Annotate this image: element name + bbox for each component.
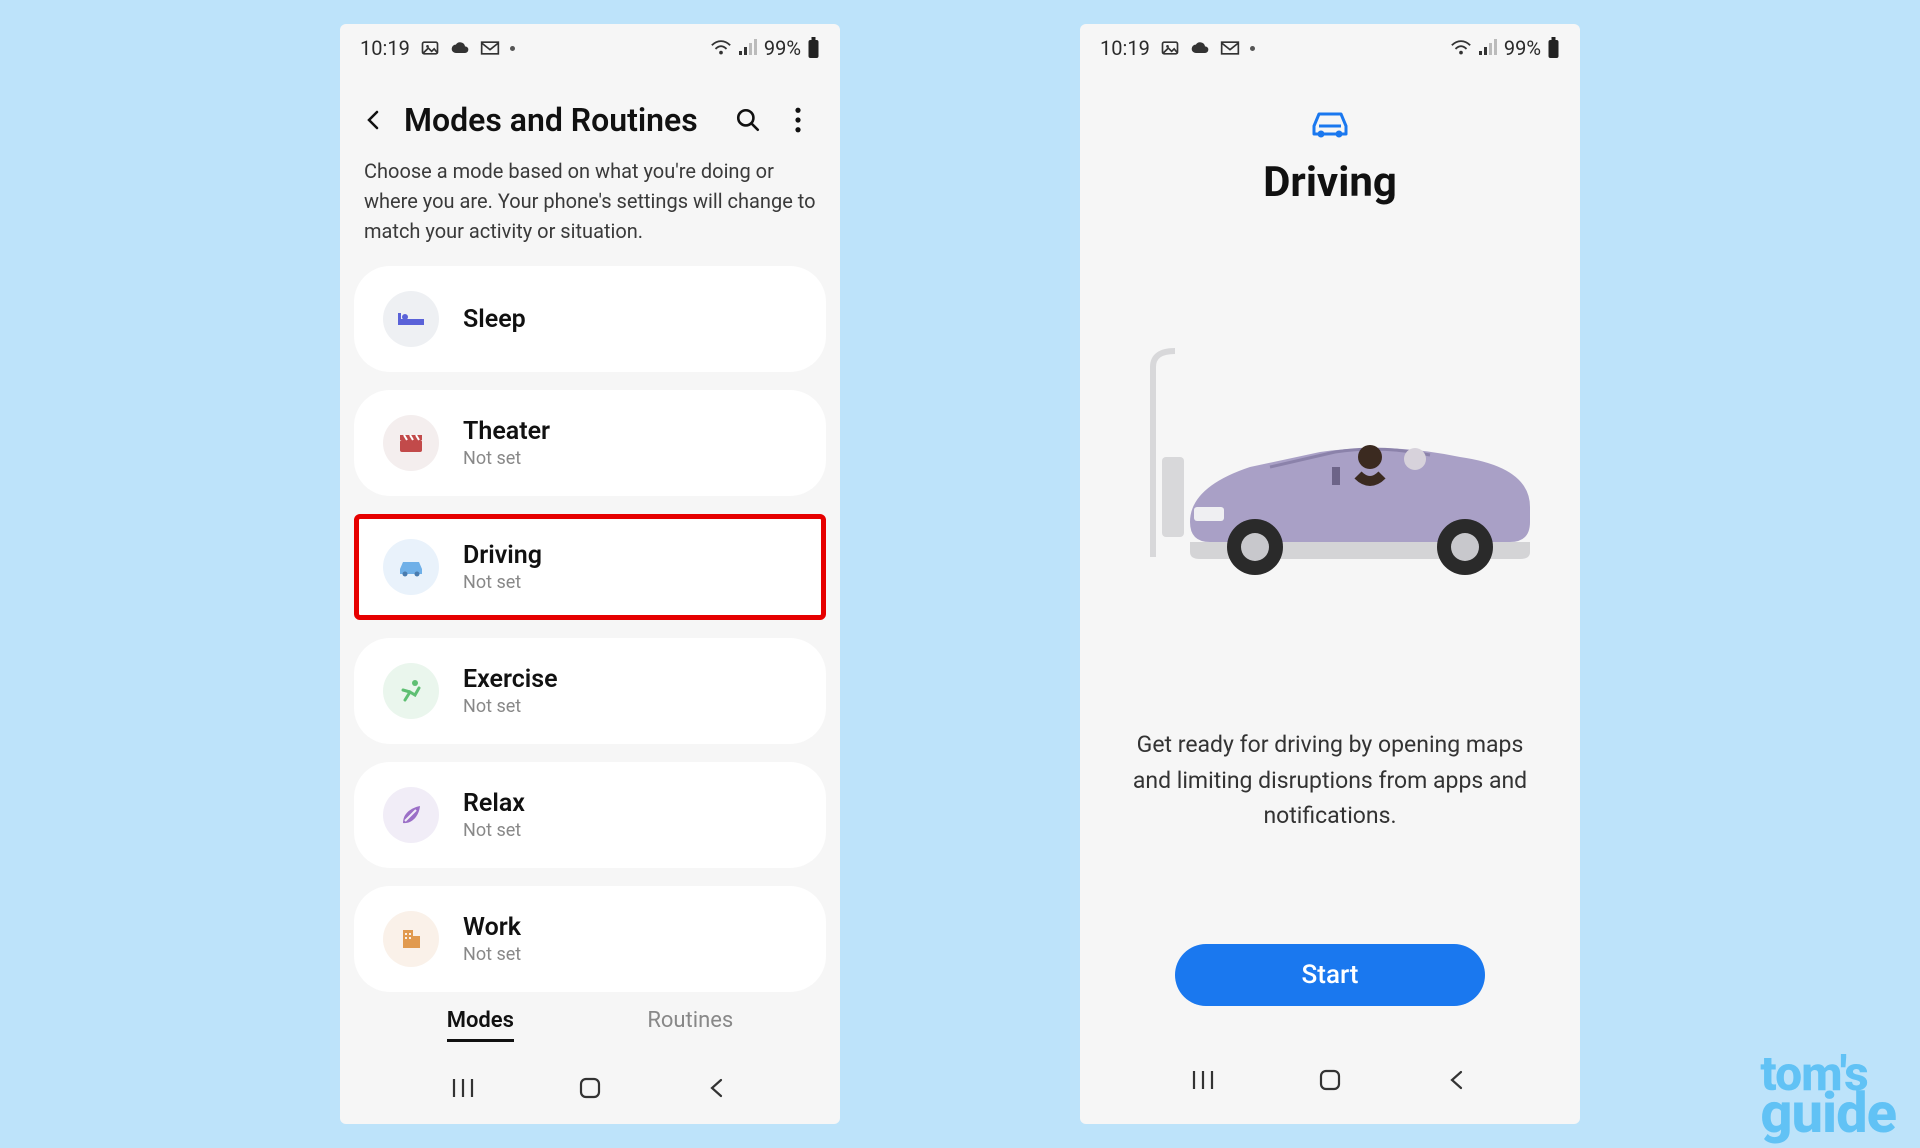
tab-routines[interactable]: Routines — [647, 1008, 733, 1042]
start-button[interactable]: Start — [1175, 944, 1485, 1006]
image-icon — [1160, 38, 1180, 58]
mode-name: Exercise — [463, 665, 558, 694]
recents-button[interactable] — [443, 1068, 483, 1108]
mode-name: Relax — [463, 789, 525, 818]
home-button[interactable] — [1310, 1060, 1350, 1100]
cloud-icon — [450, 40, 470, 56]
home-button[interactable] — [570, 1068, 610, 1108]
watermark-line2: guide — [1760, 1090, 1896, 1138]
battery-icon — [1547, 37, 1560, 59]
start-button-label: Start — [1302, 960, 1359, 990]
status-bar: 10:19 99% — [340, 24, 840, 66]
mode-description: Get ready for driving by opening maps an… — [1110, 727, 1550, 834]
back-nav-button[interactable] — [1437, 1060, 1477, 1100]
leaf-icon — [383, 787, 439, 843]
back-button[interactable] — [354, 100, 394, 140]
driving-illustration — [1120, 347, 1540, 607]
gmail-icon — [1220, 40, 1240, 56]
mode-item-exercise[interactable]: Exercise Not set — [354, 638, 826, 744]
bottom-tabs: Modes Routines — [340, 992, 840, 1050]
mode-name: Theater — [463, 417, 550, 446]
mode-item-relax[interactable]: Relax Not set — [354, 762, 826, 868]
search-button[interactable] — [728, 100, 768, 140]
status-time: 10:19 — [1100, 36, 1150, 60]
status-bar: 10:19 99% — [1080, 24, 1580, 66]
android-nav-bar — [1080, 1042, 1580, 1124]
image-icon — [420, 38, 440, 58]
mode-sub: Not set — [463, 448, 550, 469]
clapper-icon — [383, 415, 439, 471]
mode-name: Driving — [463, 541, 542, 570]
android-nav-bar — [340, 1050, 840, 1124]
modes-list: Sleep Theater Not set Driving Not set — [340, 266, 840, 992]
battery-percent: 99% — [1504, 36, 1541, 60]
cloud-icon — [1190, 40, 1210, 56]
phone-screenshot-driving-detail: 10:19 99% — [1080, 24, 1580, 1124]
bed-icon — [383, 291, 439, 347]
recents-button[interactable] — [1183, 1060, 1223, 1100]
gmail-icon — [480, 40, 500, 56]
mode-sub: Not set — [463, 572, 542, 593]
battery-percent: 99% — [764, 36, 801, 60]
page-header: Modes and Routines — [340, 66, 840, 150]
more-notifications-dot — [1250, 46, 1255, 51]
wifi-icon — [1450, 39, 1472, 57]
running-icon — [383, 663, 439, 719]
mode-sub: Not set — [463, 820, 525, 841]
mode-name: Work — [463, 913, 521, 942]
mode-item-driving[interactable]: Driving Not set — [354, 514, 826, 620]
signal-icon — [1478, 39, 1498, 57]
page-title: Modes and Routines — [404, 101, 698, 139]
page-subtitle: Choose a mode based on what you're doing… — [340, 150, 840, 266]
phone-screenshot-modes-list: 10:19 99% — [340, 24, 840, 1124]
watermark-logo: tom's guide — [1760, 1054, 1896, 1138]
mode-item-theater[interactable]: Theater Not set — [354, 390, 826, 496]
back-nav-button[interactable] — [697, 1068, 737, 1108]
mode-name: Sleep — [463, 305, 526, 334]
wifi-icon — [710, 39, 732, 57]
car-icon — [383, 539, 439, 595]
more-options-button[interactable] — [778, 100, 818, 140]
driving-mode-detail: Driving — [1080, 66, 1580, 1042]
tab-modes[interactable]: Modes — [447, 1008, 514, 1042]
mode-item-work[interactable]: Work Not set — [354, 886, 826, 992]
mode-sub: Not set — [463, 696, 558, 717]
more-notifications-dot — [510, 46, 515, 51]
status-time: 10:19 — [360, 36, 410, 60]
car-icon — [1308, 106, 1352, 144]
mode-title: Driving — [1263, 158, 1397, 207]
mode-item-sleep[interactable]: Sleep — [354, 266, 826, 372]
mode-sub: Not set — [463, 944, 521, 965]
battery-icon — [807, 37, 820, 59]
building-icon — [383, 911, 439, 967]
signal-icon — [738, 39, 758, 57]
